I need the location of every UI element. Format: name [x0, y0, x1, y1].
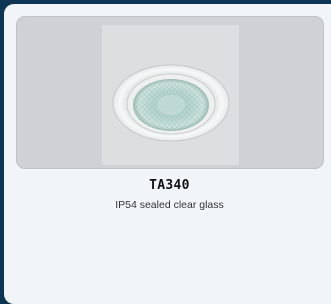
product-image: [16, 16, 324, 169]
product-description: IP54 sealed clear glass: [115, 199, 224, 211]
product-card[interactable]: TA340 IP54 sealed clear glass: [4, 4, 331, 304]
downlight-illustration: [102, 25, 239, 165]
product-title: TA340: [149, 178, 190, 193]
